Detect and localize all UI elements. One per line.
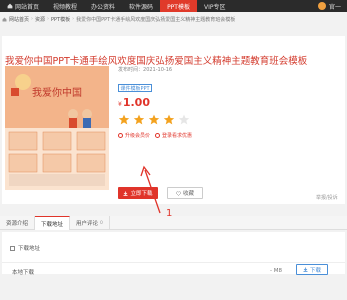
detail-tabs: 资源介绍 下载地址 用户评论 0: [0, 216, 347, 230]
download-panel: 下载地址 本地下载 - M8 下载: [2, 232, 345, 276]
nav-label: 办公资料: [91, 3, 116, 11]
download-header-label: 下载地址: [18, 246, 41, 252]
tab-download[interactable]: 下载地址: [35, 216, 71, 230]
nav-item-vip[interactable]: VIP专区: [197, 0, 233, 12]
breadcrumb-link[interactable]: 网站首页: [9, 16, 29, 23]
avatar: [317, 2, 326, 10]
report-link[interactable]: 举报/投诉: [316, 194, 338, 201]
row-download-label: 下载: [309, 267, 321, 274]
nav-label: PPT模板: [167, 3, 190, 11]
download-button-label: 立即下载: [130, 191, 153, 197]
tab-label: 资源介绍: [6, 221, 29, 227]
nav-item-home[interactable]: 网站首页: [0, 0, 46, 12]
breadcrumb: 网站首页 › 资源 › PPT模板 › 我爱你中国PPT卡通手绘风欢度国庆弘扬爱…: [2, 15, 235, 23]
download-row: 本地下载 - M8 下载: [2, 262, 345, 278]
download-size: - M8: [270, 268, 282, 274]
breadcrumb-separator: ›: [72, 16, 75, 22]
price: ¥1.00: [118, 96, 150, 109]
breadcrumb-link[interactable]: 资源: [35, 16, 45, 23]
breadcrumb-separator: ›: [47, 16, 50, 22]
user-name: 官一: [328, 3, 341, 11]
home-icon: [7, 3, 13, 9]
star-icon: [133, 114, 145, 125]
star-icon: [163, 114, 175, 125]
upgrade-link-label: 升级会员价: [125, 133, 151, 139]
breadcrumb-separator: ›: [31, 16, 34, 22]
upgrade-link[interactable]: 升级会员价: [118, 132, 150, 139]
top-nav: 网站首页 视频教程 办公资料 软件源码 PPT模板 VIP专区 官一: [0, 0, 347, 12]
breadcrumb-link[interactable]: PPT模板: [51, 16, 70, 23]
nav-label: 软件源码: [129, 3, 154, 11]
favorite-button[interactable]: 收藏: [167, 187, 203, 199]
tab-label: 下载地址: [41, 221, 64, 228]
favorite-button-label: 收藏: [182, 191, 194, 197]
nav-label: 网站首页: [15, 3, 40, 11]
rating-stars: [118, 114, 193, 125]
page-title: 我爱你中国PPT卡通手绘风欢度国庆弘扬爱国主义精神主题教育班会模板: [5, 56, 308, 67]
star-icon: [178, 114, 190, 125]
tab-intro[interactable]: 资源介绍: [0, 216, 36, 230]
currency-symbol: ¥: [118, 101, 122, 108]
row-download-button[interactable]: 下载: [296, 264, 328, 275]
star-icon: [148, 114, 160, 125]
publish-date-value: 2021-10-16: [143, 67, 173, 73]
publish-date-label: 发布时间：: [118, 67, 144, 73]
tab-label: 用户评论: [76, 221, 99, 227]
nav-item-video[interactable]: 视频教程: [46, 0, 84, 12]
download-header-icon: [10, 245, 15, 251]
publish-date: 发布时间：2021-10-16: [118, 66, 172, 73]
download-source-name: 本地下载: [12, 270, 35, 276]
vip-link-label: 登录看求优惠: [162, 133, 193, 139]
nav-label: VIP专区: [203, 3, 226, 11]
star-icon: [118, 114, 130, 125]
breadcrumb-current: 我爱你中国PPT卡通手绘风欢度国庆弘扬爱国主义精神主题教育班会模板: [76, 16, 236, 23]
comment-count-badge: 0: [100, 220, 103, 226]
nav-label: 视频教程: [53, 3, 78, 11]
heart-icon: [176, 190, 181, 196]
flag-icon: [11, 88, 19, 96]
home-icon: [2, 17, 7, 21]
preview-image[interactable]: 我爱你中国: [5, 66, 109, 190]
info-icon: [155, 133, 161, 138]
nav-item-software[interactable]: 软件源码: [122, 0, 160, 12]
nav-item-ppt[interactable]: PPT模板: [160, 0, 197, 12]
preview-headline: 我爱你中国: [32, 86, 82, 99]
price-value: 1.00: [122, 96, 150, 109]
download-button[interactable]: 立即下载: [118, 187, 158, 199]
download-header: 下载地址: [10, 244, 40, 252]
annotation-label: 1: [166, 208, 173, 219]
download-icon: [303, 267, 308, 272]
nav-item-office[interactable]: 办公资料: [84, 0, 122, 12]
download-icon: [123, 191, 128, 196]
info-icon: [118, 133, 123, 138]
member-links: 升级会员价 登录看求优惠: [118, 132, 197, 139]
vip-link[interactable]: 登录看求优惠: [155, 132, 192, 139]
tab-comments[interactable]: 用户评论 0: [70, 216, 110, 230]
user-menu[interactable]: 官一: [317, 2, 347, 11]
category-tag[interactable]: 课件模板PPT: [118, 84, 152, 92]
